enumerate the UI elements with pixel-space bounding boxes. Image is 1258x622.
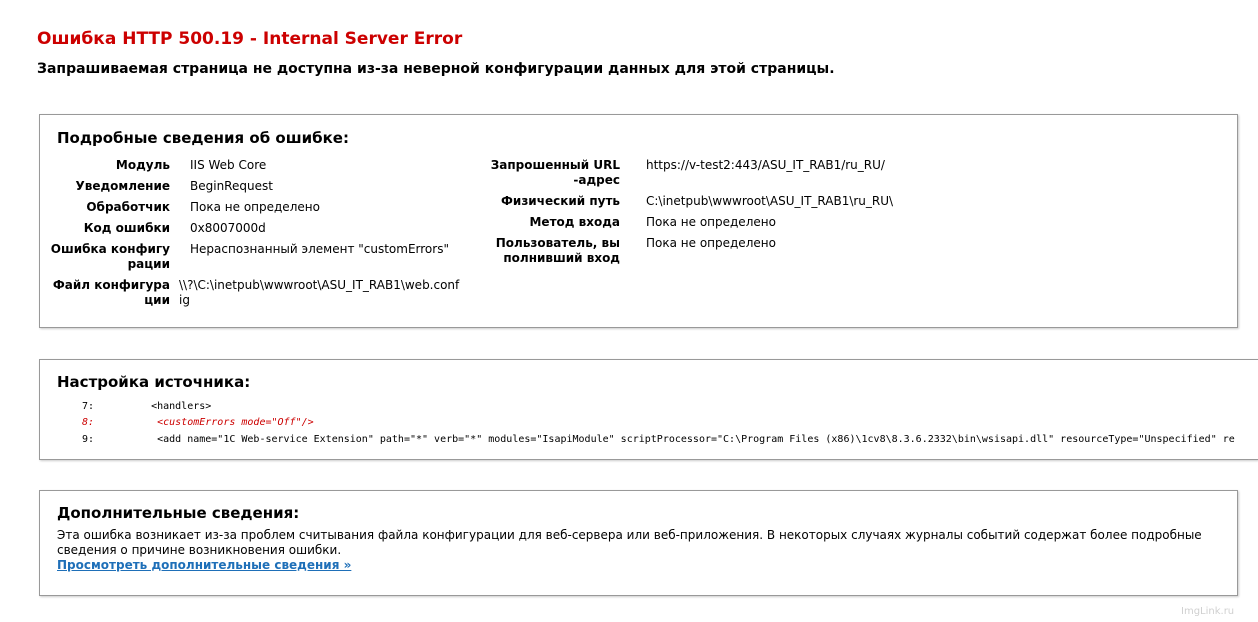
code-line-number-highlighted: 8: [81,417,94,428]
detail-label-error-code: Код ошибки [83,221,170,235]
detail-value-logon-user: Пока не определено [646,236,776,250]
more-info-link[interactable]: Просмотреть дополнительные сведения » [57,558,351,572]
code-line-number: 7: [81,401,94,412]
details-heading: Подробные сведения об ошибке: [57,129,349,147]
code-line-number: 9: [81,434,94,445]
source-heading: Настройка источника: [57,373,251,391]
error-details-panel: Подробные сведения об ошибке: Модуль IIS… [39,114,1238,328]
more-info-heading: Дополнительные сведения: [57,504,300,522]
detail-value-handler: Пока не определено [190,200,320,214]
code-line: <add name="1C Web-service Extension" pat… [127,434,1235,445]
detail-value-physical-path: C:\inetpub\wwwroot\ASU_IT_RAB1\ru_RU\ [646,194,894,208]
code-line-highlighted: <customErrors mode="Off"/> [127,417,314,428]
watermark-text: ImgLink.ru [1181,606,1235,617]
more-info-panel: Дополнительные сведения: Эта ошибка возн… [39,490,1238,596]
detail-label-config-file: Файл конфигурации [52,278,170,307]
detail-label-handler: Обработчик [86,200,170,214]
detail-label-notification: Уведомление [75,179,171,193]
detail-label-config-error: Ошибка конфигурации [50,242,170,271]
detail-label-logon-method: Метод входа [529,215,620,229]
detail-label-physical-path: Физический путь [501,194,620,208]
detail-value-module: IIS Web Core [190,158,267,172]
detail-value-config-file: \\?\C:\inetpub\wwwroot\ASU_IT_RAB1\web.c… [179,278,460,307]
error-title: Ошибка HTTP 500.19 - Internal Server Err… [37,29,463,49]
detail-label-module: Модуль [115,158,170,172]
detail-label-requested-url: Запрошенный URL-адрес [490,158,620,187]
detail-value-error-code: 0x8007000d [190,221,266,235]
error-subtitle: Запрашиваемая страница не доступна из-за… [37,61,835,77]
detail-value-logon-method: Пока не определено [646,215,776,229]
detail-label-logon-user: Пользователь, вы полнивший вход [495,236,620,265]
detail-value-requested-url: https://v-test2:443/ASU_IT_RAB1/ru_RU/ [646,158,885,172]
config-source-panel: Настройка источника: 7: <handlers> 8: <c… [39,359,1258,460]
code-line: <handlers> [127,401,212,412]
detail-value-notification: BeginRequest [190,179,273,193]
detail-value-config-error: Нераспознанный элемент "customErrors" [190,242,449,256]
more-info-text: Эта ошибка возникает из-за проблем считы… [57,528,1202,557]
